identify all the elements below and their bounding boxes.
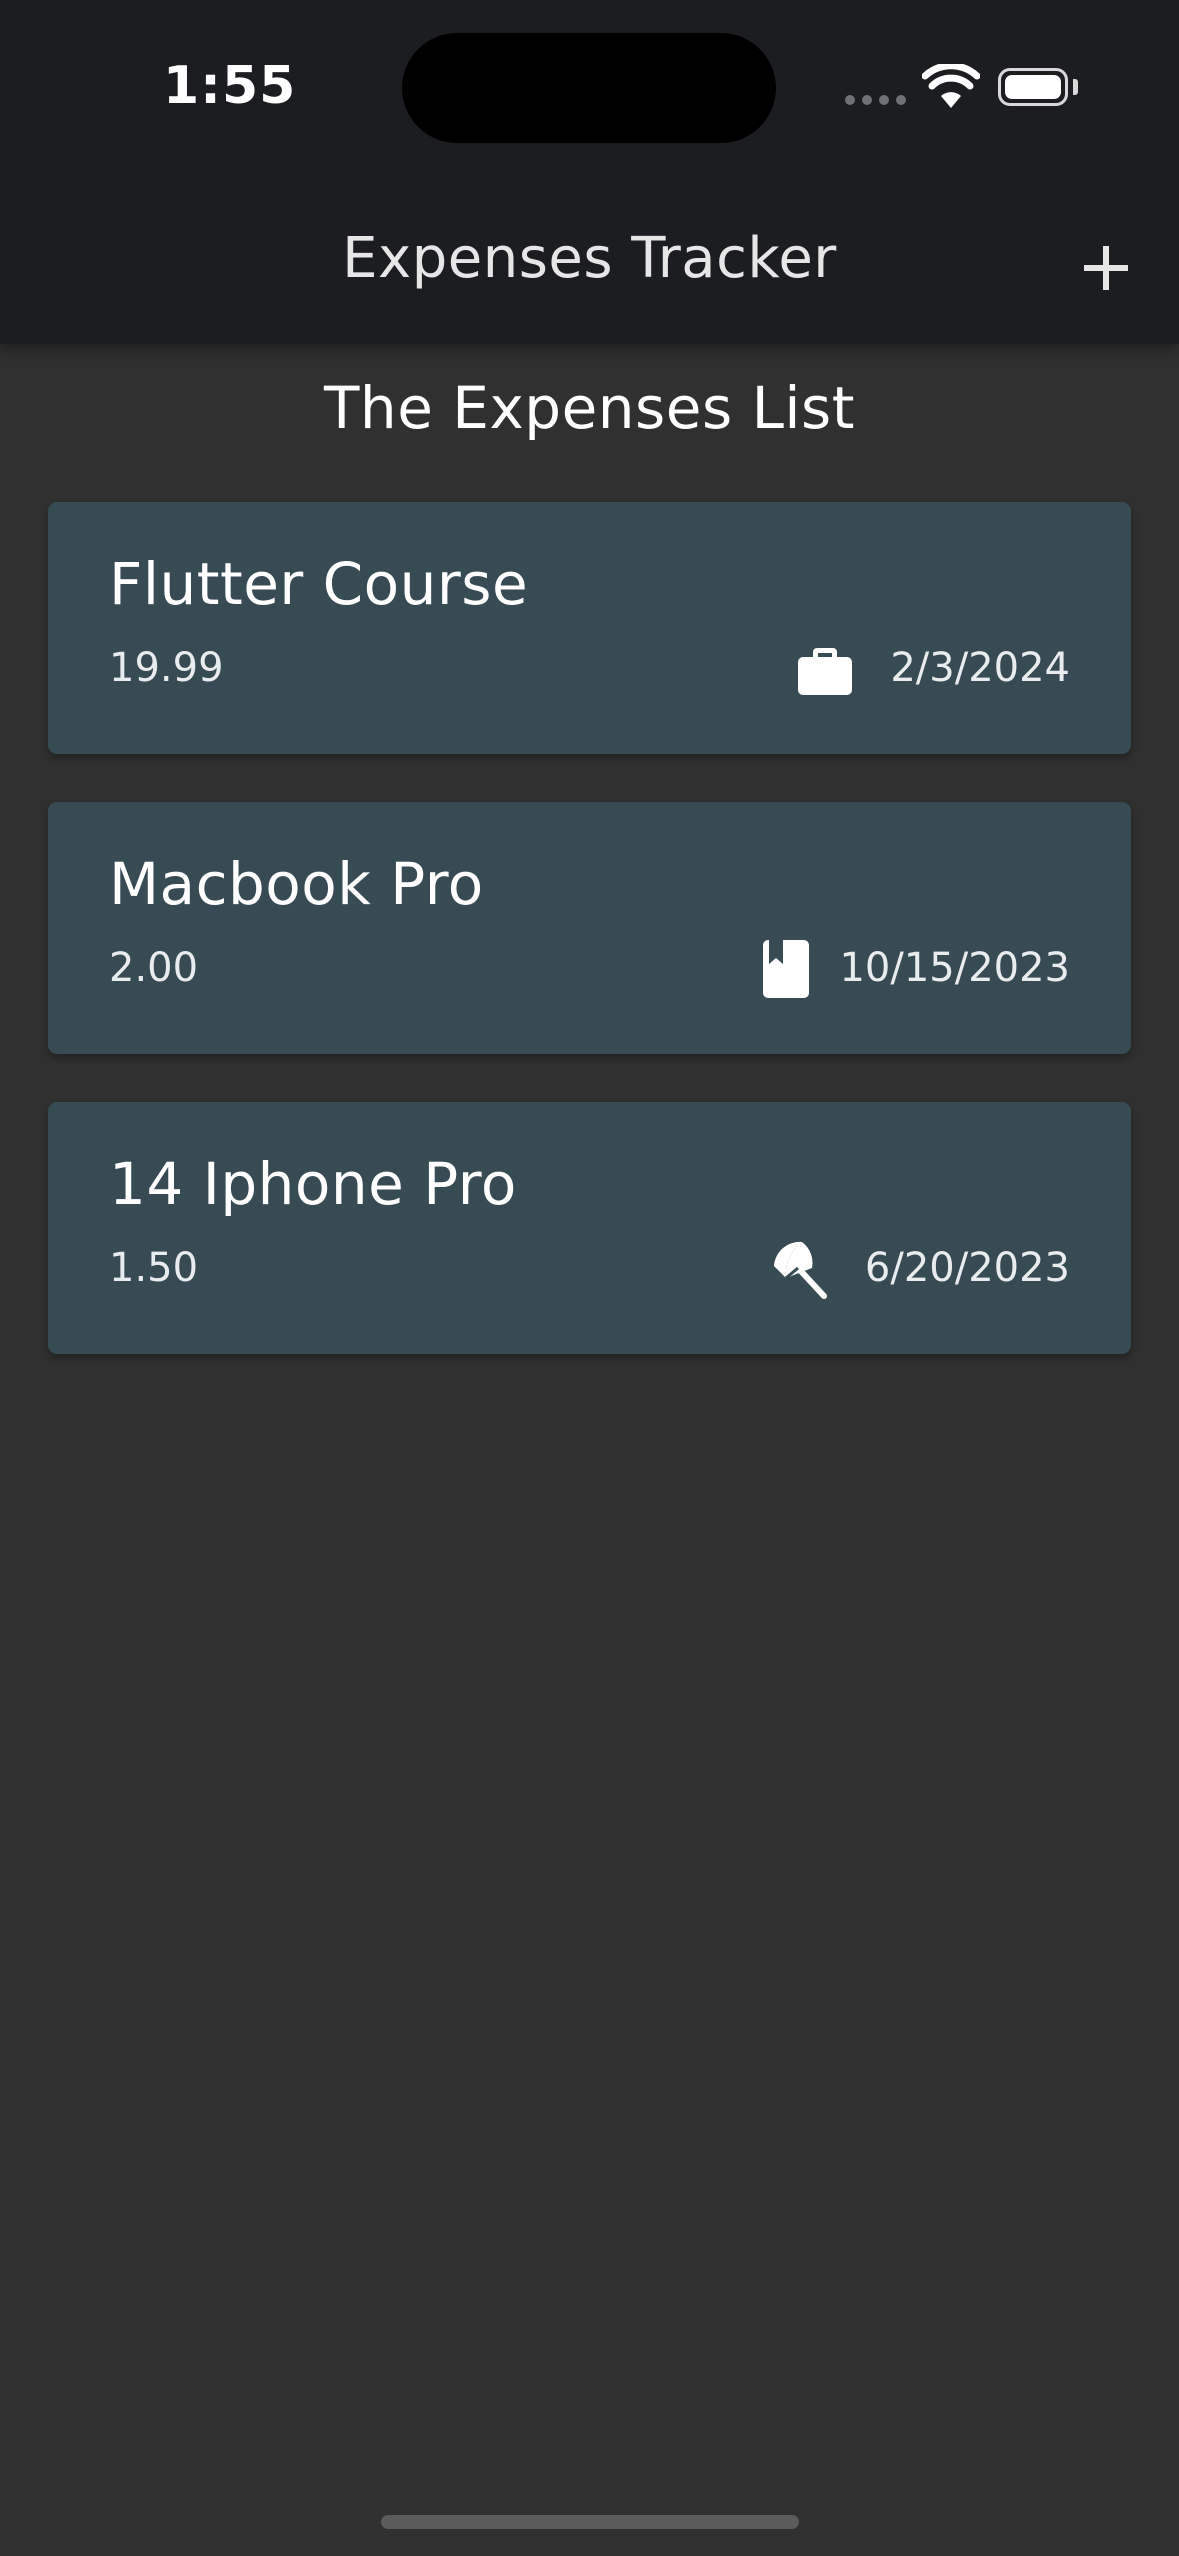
- list-heading: The Expenses List: [324, 374, 855, 442]
- expense-date: 6/20/2023: [864, 1245, 1070, 1291]
- expense-amount: 19.99: [109, 645, 224, 691]
- expense-title: 14 Iphone Pro: [109, 1150, 517, 1218]
- expense-date: 10/15/2023: [839, 945, 1070, 991]
- expense-title: Macbook Pro: [109, 850, 484, 918]
- expense-title: Flutter Course: [109, 550, 529, 618]
- expense-card[interactable]: Macbook Pro 2.00 10/15/2023: [48, 802, 1131, 1054]
- home-indicator[interactable]: [381, 2515, 799, 2529]
- expense-date: 2/3/2024: [890, 645, 1070, 691]
- app-title: Expenses Tracker: [342, 226, 837, 291]
- cellular-signal-icon: [845, 95, 906, 105]
- status-time: 1:55: [163, 56, 297, 116]
- beach-umbrella-icon: [774, 1241, 827, 1299]
- expense-amount: 2.00: [109, 945, 199, 991]
- battery-cap: [1073, 79, 1078, 95]
- battery-icon: [998, 68, 1068, 106]
- book-icon: [763, 940, 809, 998]
- dynamic-island: [402, 33, 776, 143]
- app-bar: 1:55 Expenses Tracker: [0, 0, 1179, 344]
- expense-card[interactable]: 14 Iphone Pro 1.50 6/20/2023: [48, 1102, 1131, 1354]
- expense-amount: 1.50: [109, 1245, 199, 1291]
- plus-icon[interactable]: [1070, 232, 1142, 304]
- briefcase-icon: [798, 648, 852, 695]
- expense-card[interactable]: Flutter Course 19.99 2/3/2024: [48, 502, 1131, 754]
- wifi-icon: [922, 64, 980, 108]
